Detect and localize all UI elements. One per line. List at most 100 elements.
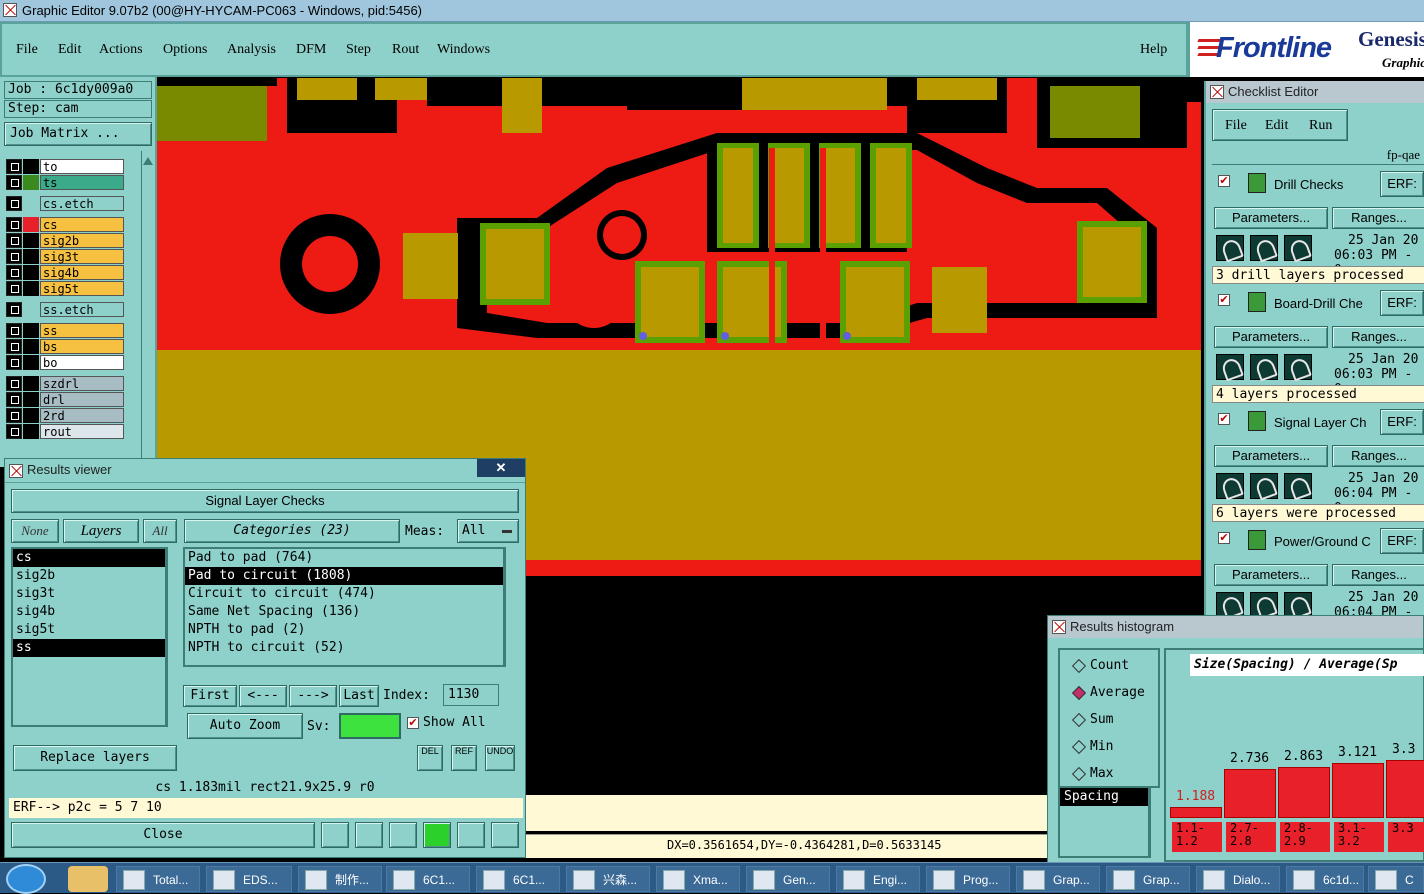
none-button[interactable]: None bbox=[11, 519, 59, 543]
run-check-icon[interactable] bbox=[1216, 354, 1244, 380]
layer-row-cs[interactable]: cs bbox=[6, 217, 124, 232]
layer-color-swatch[interactable] bbox=[23, 196, 39, 211]
tool-1-icon[interactable] bbox=[321, 822, 349, 848]
taskbar-item[interactable]: Grap... bbox=[1016, 866, 1100, 892]
taskbar-item[interactable]: Grap... bbox=[1106, 866, 1190, 892]
layer-checkbox[interactable] bbox=[6, 392, 22, 407]
run-check-icon[interactable] bbox=[1284, 473, 1312, 499]
layer-checkbox[interactable] bbox=[6, 408, 22, 423]
start-orb-icon[interactable] bbox=[6, 864, 46, 894]
layer-row-sig3t[interactable]: sig3t bbox=[6, 249, 124, 264]
layer-color-swatch[interactable] bbox=[23, 265, 39, 280]
layer-row-drl[interactable]: drl bbox=[6, 392, 124, 407]
taskbar-item[interactable]: Total... bbox=[116, 866, 200, 892]
taskbar-item[interactable]: 6c1d... bbox=[1286, 866, 1364, 892]
layer-row-sig5t[interactable]: sig5t bbox=[6, 281, 124, 296]
taskbar-item[interactable]: Gen... bbox=[746, 866, 830, 892]
layer-checkbox[interactable] bbox=[6, 249, 22, 264]
result-layer-item[interactable]: cs bbox=[13, 549, 165, 567]
meas-dropdown[interactable]: All bbox=[457, 519, 519, 543]
first-button[interactable]: First bbox=[183, 685, 237, 707]
layer-row-bo[interactable]: bo bbox=[6, 355, 124, 370]
taskbar-item[interactable]: Prog... bbox=[926, 866, 1010, 892]
layer-checkbox[interactable] bbox=[6, 265, 22, 280]
outlook-icon[interactable] bbox=[68, 866, 108, 892]
layer-color-swatch[interactable] bbox=[23, 159, 39, 174]
close-window-icon[interactable]: ✕ bbox=[477, 459, 525, 477]
tool-4-icon[interactable] bbox=[423, 822, 451, 848]
prev-button[interactable]: <--- bbox=[239, 685, 287, 707]
layer-color-swatch[interactable] bbox=[23, 355, 39, 370]
histogram-bar[interactable] bbox=[1386, 760, 1424, 818]
layer-checkbox[interactable] bbox=[6, 217, 22, 232]
metric-list[interactable] bbox=[1058, 786, 1150, 858]
index-input[interactable]: 1130 bbox=[443, 684, 499, 706]
close-button[interactable]: Close bbox=[11, 822, 315, 848]
layers-button[interactable]: Layers bbox=[63, 519, 139, 543]
taskbar-item[interactable]: C bbox=[1368, 866, 1424, 892]
taskbar-item[interactable]: 兴森... bbox=[566, 866, 650, 892]
taskbar-item[interactable]: Xma... bbox=[656, 866, 740, 892]
taskbar-item[interactable]: 制作... bbox=[298, 866, 382, 892]
layer-color-swatch[interactable] bbox=[23, 323, 39, 338]
mode-radio-sum[interactable]: Sum bbox=[1072, 712, 1113, 727]
histogram-bar[interactable] bbox=[1170, 807, 1222, 818]
menu-file[interactable]: File bbox=[16, 42, 38, 58]
run-check-icon[interactable] bbox=[1250, 473, 1278, 499]
result-layer-item[interactable]: sig2b bbox=[13, 567, 165, 585]
menu-dfm[interactable]: DFM bbox=[296, 42, 326, 58]
parameters-button[interactable]: Parameters... bbox=[1214, 445, 1328, 467]
menu-edit[interactable]: Edit bbox=[58, 42, 81, 58]
run-check-icon[interactable] bbox=[1250, 354, 1278, 380]
result-layer-item[interactable]: ss bbox=[13, 639, 165, 657]
taskbar-item[interactable]: Engi... bbox=[836, 866, 920, 892]
layer-row-szdrl[interactable]: szdrl bbox=[6, 376, 124, 391]
category-item[interactable]: NPTH to circuit (52) bbox=[185, 639, 503, 657]
layer-color-swatch[interactable] bbox=[23, 424, 39, 439]
erf-button[interactable]: ERF: bbox=[1380, 171, 1424, 197]
erf-button[interactable]: ERF: bbox=[1380, 409, 1424, 435]
categories-button[interactable]: Categories (23) bbox=[184, 519, 400, 543]
del-button[interactable]: DEL bbox=[417, 745, 443, 771]
run-check-icon[interactable] bbox=[1250, 235, 1278, 261]
histogram-icon[interactable] bbox=[491, 822, 519, 848]
menu-analysis[interactable]: Analysis bbox=[227, 42, 276, 58]
category-item[interactable]: NPTH to pad (2) bbox=[185, 621, 503, 639]
category-list[interactable]: Pad to pad (764) Pad to circuit (1808) Cir… bbox=[183, 547, 505, 667]
layer-row-ts[interactable]: ts bbox=[6, 175, 124, 190]
checklist-menu-run[interactable]: Run bbox=[1309, 118, 1332, 134]
layer-checkbox[interactable] bbox=[6, 323, 22, 338]
layer-checkbox[interactable] bbox=[6, 339, 22, 354]
undo-button[interactable]: UNDO bbox=[485, 745, 515, 771]
menu-options[interactable]: Options bbox=[163, 42, 207, 58]
layer-color-swatch[interactable] bbox=[23, 376, 39, 391]
metric-scrollbar[interactable] bbox=[1150, 786, 1162, 858]
layer-checkbox[interactable] bbox=[6, 281, 22, 296]
result-layer-item[interactable]: sig3t bbox=[13, 585, 165, 603]
menu-rout[interactable]: Rout bbox=[392, 42, 419, 58]
layer-color-swatch[interactable] bbox=[23, 392, 39, 407]
taskbar-item[interactable]: 6C1... bbox=[476, 866, 560, 892]
checklist-menu-edit[interactable]: Edit bbox=[1265, 118, 1288, 134]
show-all-checkbox[interactable]: ✔ bbox=[407, 717, 419, 729]
menu-windows[interactable]: Windows bbox=[437, 42, 490, 58]
layer-checkbox[interactable] bbox=[6, 159, 22, 174]
layer-row-2rd[interactable]: 2rd bbox=[6, 408, 124, 423]
check-enable-checkbox[interactable]: ✔ bbox=[1218, 532, 1230, 544]
parameters-button[interactable]: Parameters... bbox=[1214, 326, 1328, 348]
layer-color-swatch[interactable] bbox=[23, 408, 39, 423]
layer-color-swatch[interactable] bbox=[23, 302, 39, 317]
tool-2-icon[interactable] bbox=[355, 822, 383, 848]
checklist-menu-file[interactable]: File bbox=[1225, 118, 1247, 134]
parameters-button[interactable]: Parameters... bbox=[1214, 564, 1328, 586]
scroll-up-icon[interactable] bbox=[143, 153, 153, 165]
layer-row-bs[interactable]: bs bbox=[6, 339, 124, 354]
parameters-button[interactable]: Parameters... bbox=[1214, 207, 1328, 229]
next-button[interactable]: ---> bbox=[289, 685, 337, 707]
layer-row-ss[interactable]: ss bbox=[6, 323, 124, 338]
layer-checkbox[interactable] bbox=[6, 424, 22, 439]
erf-button[interactable]: ERF: bbox=[1380, 290, 1424, 316]
ranges-button[interactable]: Ranges... bbox=[1332, 207, 1424, 229]
menu-help[interactable]: Help bbox=[1140, 42, 1167, 58]
run-check-icon[interactable] bbox=[1284, 354, 1312, 380]
